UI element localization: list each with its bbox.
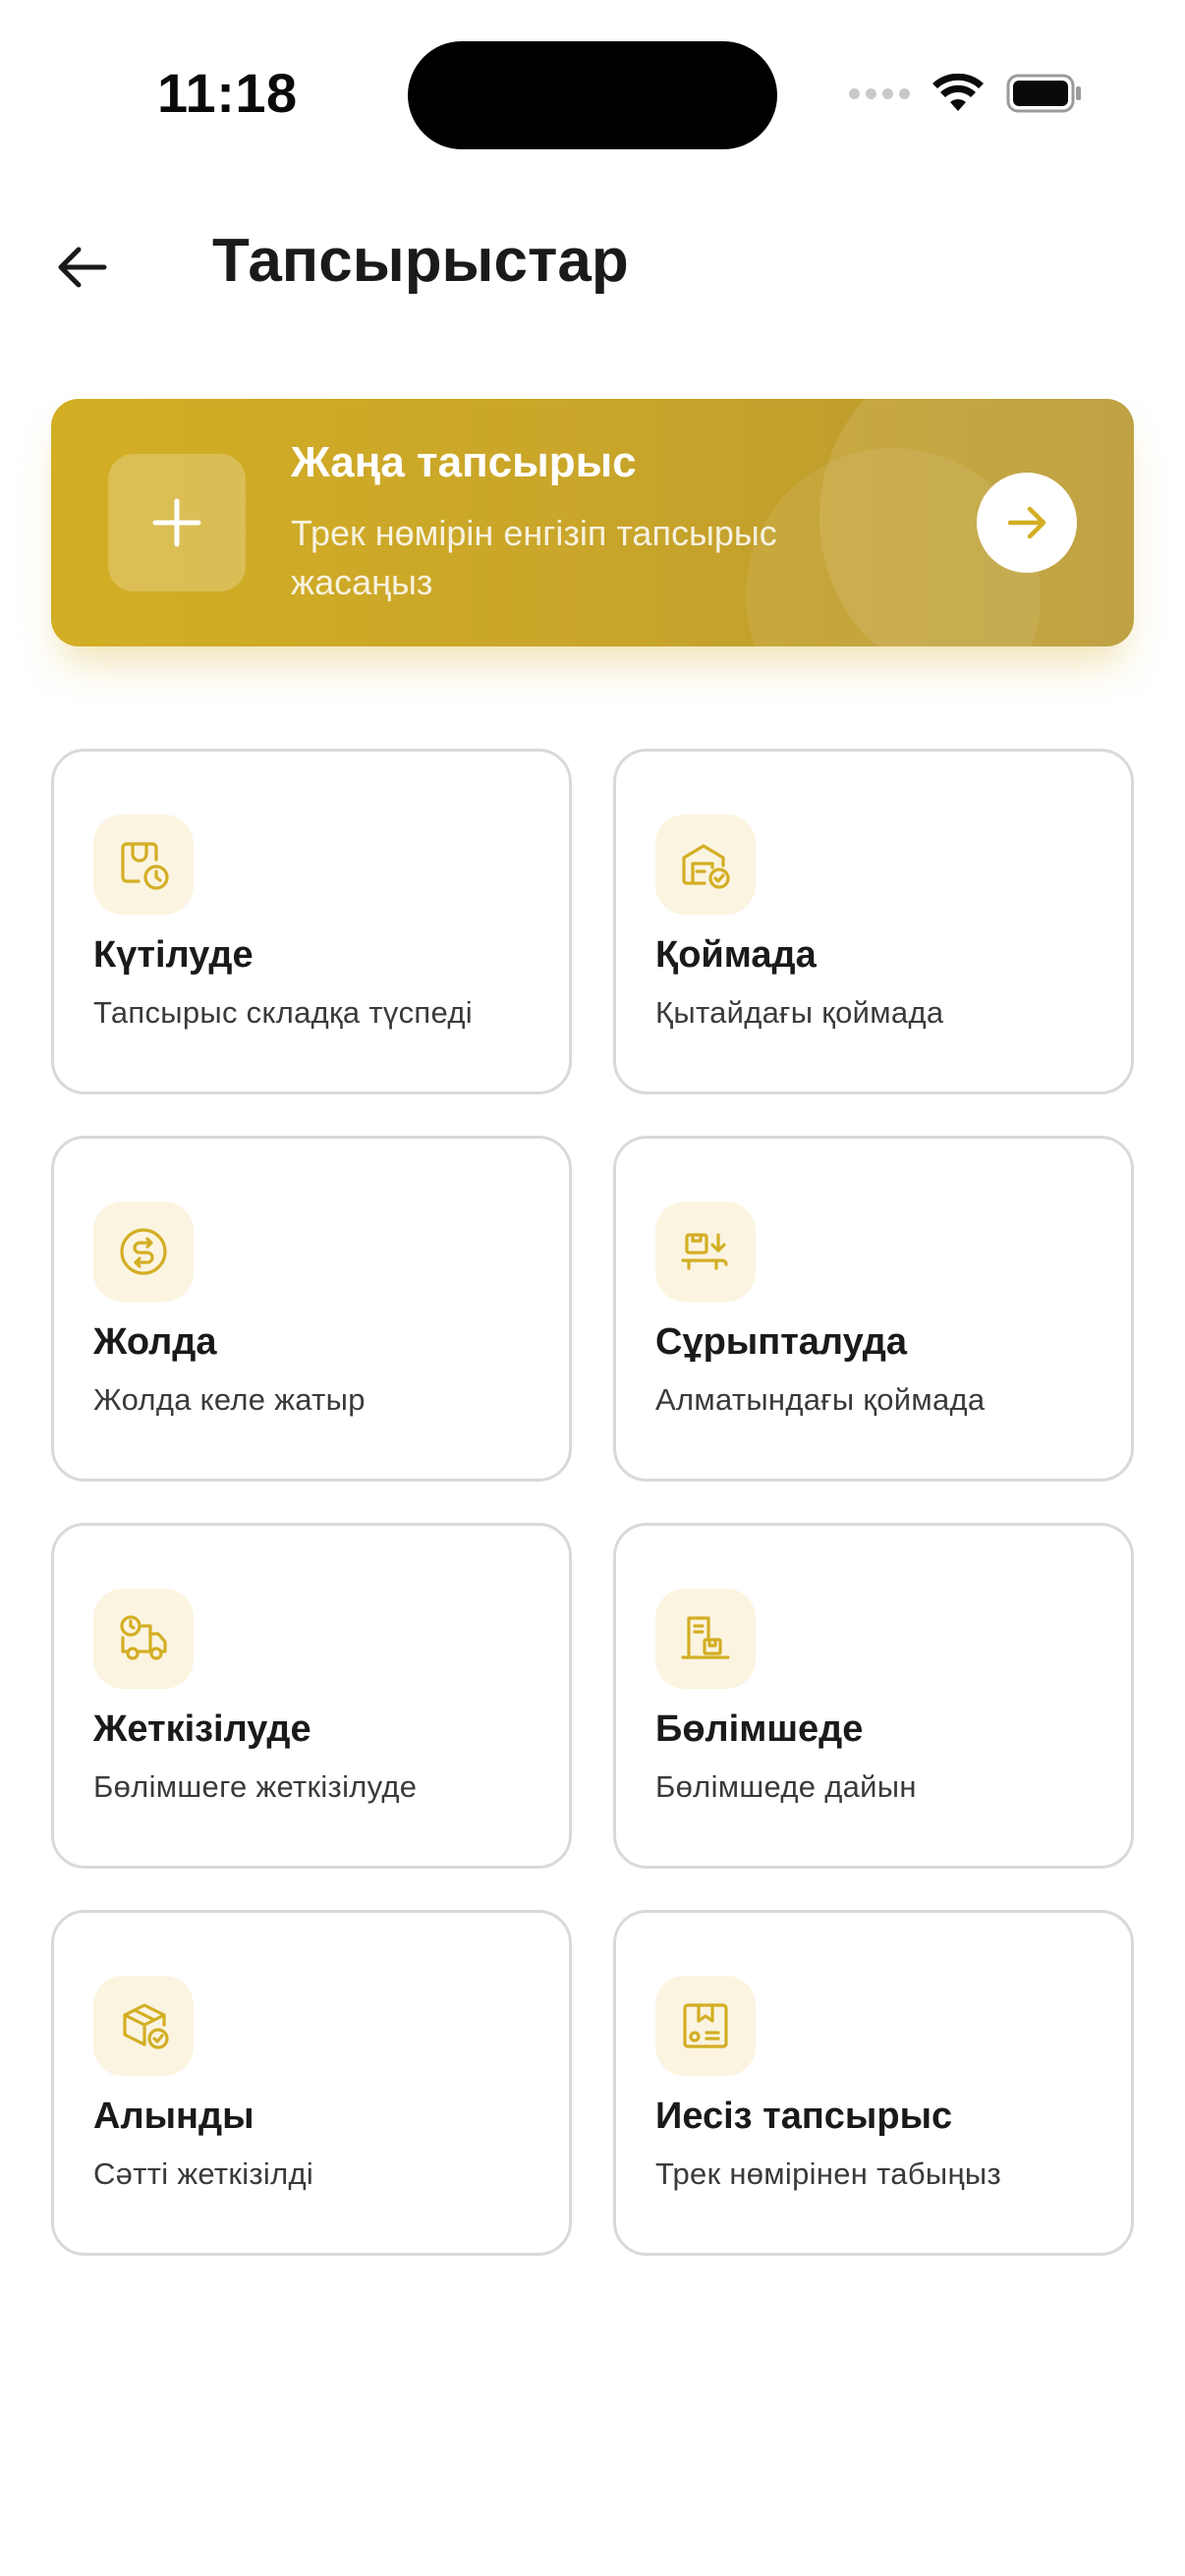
package-clock-icon: [93, 814, 194, 915]
box-received-icon: [93, 1976, 194, 2076]
plus-icon-box: [108, 454, 246, 591]
unclaimed-box-icon: [655, 1976, 756, 2076]
card-subtitle: Жолда келе жатыр: [93, 1382, 366, 1417]
cellular-signal-icon: [849, 87, 910, 99]
card-subtitle: Бөлімшеге жеткізілуде: [93, 1769, 418, 1804]
delivery-truck-icon: [93, 1589, 194, 1689]
status-card-in-warehouse[interactable]: Қоймада Қытайдағы қоймада: [613, 749, 1134, 1094]
card-title: Күтілуде: [93, 934, 254, 976]
card-subtitle: Тапсырыс складқа түспеді: [93, 995, 473, 1030]
back-button[interactable]: [47, 232, 118, 303]
arrow-left-icon: [58, 247, 107, 288]
status-card-waiting[interactable]: Күтілуде Тапсырыс складқа түспеді: [51, 749, 572, 1094]
wifi-icon: [932, 74, 984, 111]
status-card-at-branch[interactable]: Бөлімшеде Бөлімшеде дайын: [613, 1523, 1134, 1869]
battery-icon: [1006, 74, 1081, 113]
status-bar: 11:18: [0, 0, 1185, 167]
card-title: Алынды: [93, 2096, 254, 2137]
status-indicators: [849, 69, 1083, 118]
plus-icon: [152, 498, 201, 547]
arrow-right-icon: [1007, 506, 1046, 539]
card-title: Жолда: [93, 1321, 217, 1363]
card-title: Сұрыпталуда: [655, 1321, 908, 1363]
status-card-on-the-way[interactable]: Жолда Жолда келе жатыр: [51, 1136, 572, 1482]
card-subtitle: Бөлімшеде дайын: [655, 1769, 917, 1804]
card-title: Жеткізілуде: [93, 1708, 311, 1750]
card-subtitle: Алматындағы қоймада: [655, 1382, 986, 1417]
new-order-banner[interactable]: Жаңа тапсырыс Трек нөмірін енгізіп тапсы…: [51, 399, 1134, 646]
status-card-unclaimed[interactable]: Иесіз тапсырыс Трек нөмірінен табыңыз: [613, 1910, 1134, 2256]
status-grid: Күтілуде Тапсырыс складқа түспеді Қоймад…: [51, 749, 1134, 2256]
status-card-received[interactable]: Алынды Сәтті жеткізілді: [51, 1910, 572, 2256]
new-order-arrow-button[interactable]: [977, 473, 1077, 573]
status-time: 11:18: [157, 62, 298, 124]
branch-building-icon: [655, 1589, 756, 1689]
card-title: Қоймада: [655, 934, 817, 976]
status-card-sorting[interactable]: Сұрыпталуда Алматындағы қоймада: [613, 1136, 1134, 1482]
new-order-title: Жаңа тапсырыс: [291, 438, 637, 486]
warehouse-check-icon: [655, 814, 756, 915]
card-title: Бөлімшеде: [655, 1708, 864, 1750]
status-card-delivering[interactable]: Жеткізілуде Бөлімшеге жеткізілуде: [51, 1523, 572, 1869]
new-order-subtitle: Трек нөмірін енгізіп тапсырыс жасаңыз: [291, 513, 777, 602]
header: Тапсырыстар: [0, 196, 1185, 334]
box-sorting-icon: [655, 1202, 756, 1302]
card-title: Иесіз тапсырыс: [655, 2096, 953, 2137]
card-subtitle: Трек нөмірінен табыңыз: [655, 2156, 1001, 2191]
route-icon: [93, 1202, 194, 1302]
page-title: Тапсырыстар: [212, 227, 629, 295]
card-subtitle: Қытайдағы қоймада: [655, 995, 944, 1030]
dynamic-island: [408, 41, 777, 149]
card-subtitle: Сәтті жеткізілді: [93, 2156, 314, 2191]
